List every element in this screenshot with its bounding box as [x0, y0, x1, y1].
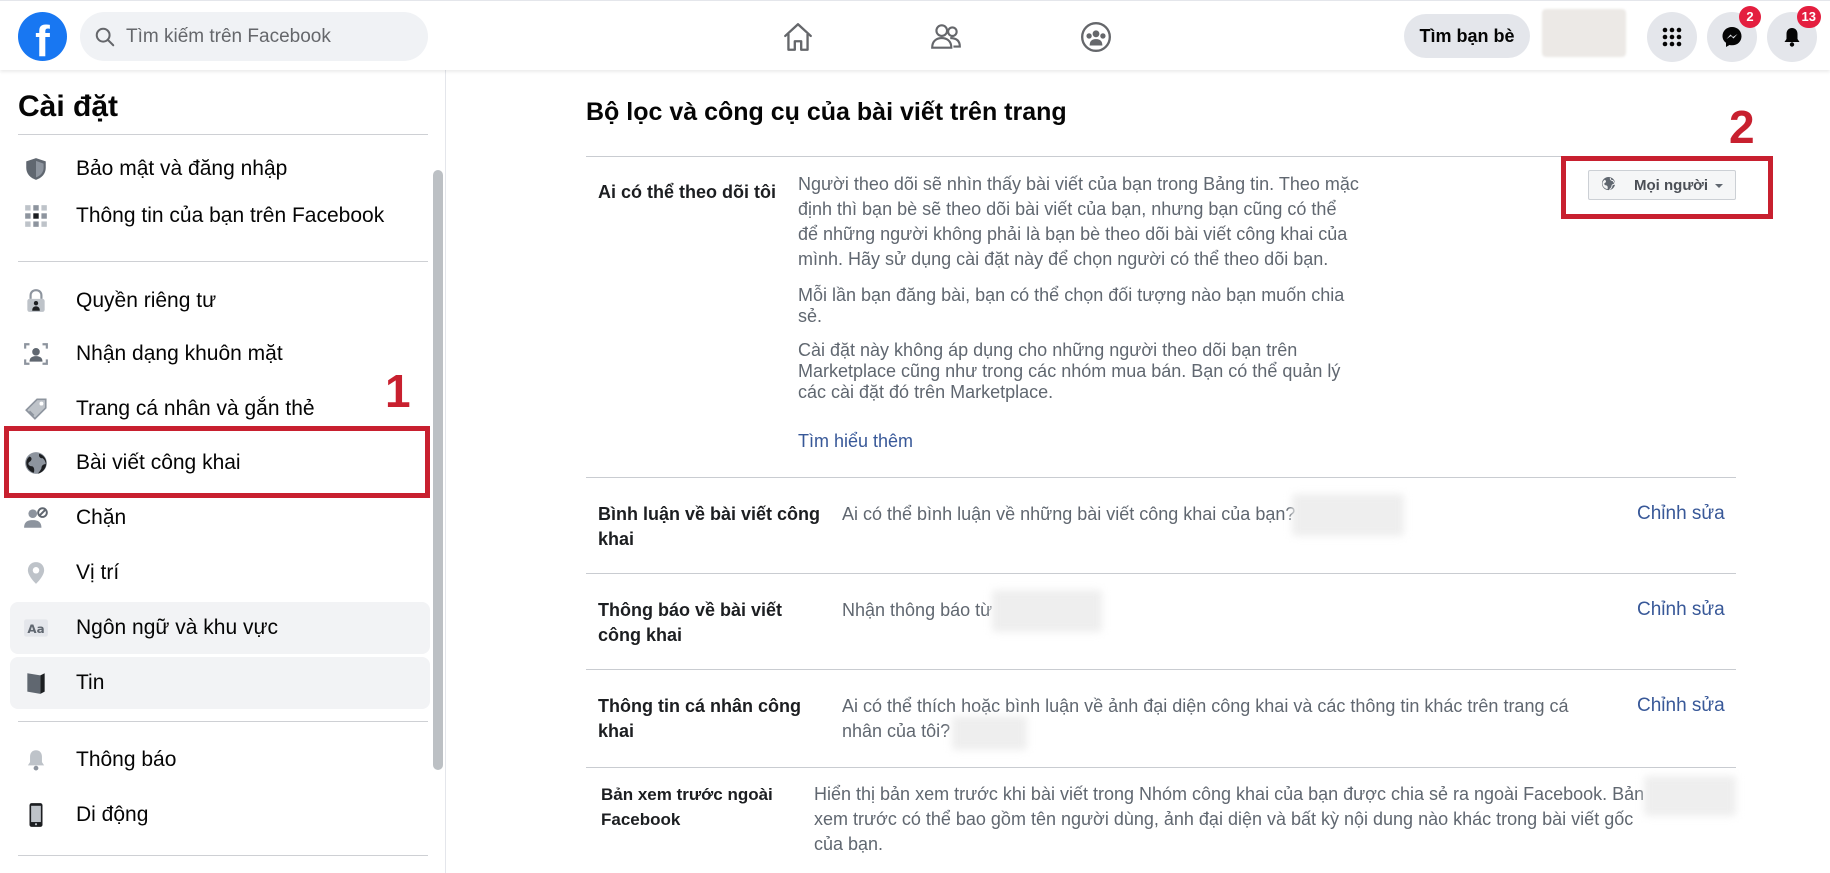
sidebar-divider — [18, 134, 428, 135]
edit-profile-info-link[interactable]: Chỉnh sửa — [1637, 695, 1725, 717]
find-friends-button[interactable]: Tìm bạn bè — [1404, 14, 1530, 58]
grid-info-icon — [22, 202, 50, 230]
section-divider — [586, 477, 1736, 478]
annotation-marker-1: 1 — [385, 365, 411, 417]
follow-description-paragraph: Cài đặt này không áp dụng cho những ngườ… — [798, 340, 1341, 402]
notifications-badge: 13 — [1796, 6, 1821, 28]
facebook-logo-icon[interactable]: f — [18, 12, 67, 61]
sidebar-item-label: Trang cá nhân và gắn thẻ — [76, 397, 315, 420]
groups-icon[interactable] — [1076, 17, 1116, 57]
profile-info-setting-label: Thông tin cá nhân công khai — [598, 696, 801, 741]
grid-menu-icon — [1662, 27, 1682, 47]
location-pin-icon — [22, 559, 50, 587]
sidebar-item-label: Ngôn ngữ và khu vực — [76, 616, 279, 639]
follow-description-paragraph: Người theo dõi sẽ nhìn thấy bài viết của… — [798, 174, 1359, 269]
sidebar-divider — [18, 261, 428, 262]
search-icon — [95, 27, 115, 46]
sidebar-item-label: Quyền riêng tư — [76, 289, 217, 312]
sidebar-item-blocking[interactable]: Chặn — [10, 492, 430, 544]
language-icon: Aa — [22, 614, 50, 642]
sidebar-item-label: Bảo mật và đăng nhập — [76, 157, 288, 180]
sidebar-item-label: Nhận dạng khuôn mặt — [76, 342, 283, 365]
redacted-value — [952, 716, 1027, 750]
messenger-button[interactable]: 2 — [1707, 6, 1761, 62]
lock-icon — [22, 287, 50, 315]
section-divider — [586, 573, 1736, 574]
edit-notifications-link[interactable]: Chỉnh sửa — [1637, 599, 1725, 621]
preview-setting-label: Bản xem trước ngoài Facebook — [601, 785, 773, 829]
edit-comments-link[interactable]: Chỉnh sửa — [1637, 503, 1725, 525]
notifications-setting-description: Nhận thông báo từ — [842, 600, 993, 620]
preview-setting-description: Hiển thị bản xem trước khi bài viết tron… — [814, 784, 1645, 854]
menu-button[interactable] — [1647, 12, 1697, 62]
page-title: Bộ lọc và công cụ của bài viết trên tran… — [586, 98, 1067, 126]
follow-setting-label: Ai có thể theo dõi tôi — [598, 182, 776, 202]
comments-setting-label: Bình luận về bài viết công khai — [598, 504, 821, 549]
messenger-badge: 2 — [1739, 6, 1761, 28]
sidebar-item-stories[interactable]: Tin — [10, 657, 430, 709]
sidebar-item-label: Thông báo — [76, 748, 177, 771]
redacted-value — [1644, 776, 1736, 816]
sidebar-item-label: Di động — [76, 803, 149, 826]
block-user-icon — [22, 504, 50, 532]
sidebar-item-security[interactable]: Bảo mật và đăng nhập — [10, 143, 430, 195]
story-icon — [22, 669, 50, 697]
notifications-setting-label: Thông báo về bài viết công khai — [598, 600, 783, 645]
highlight-box-public-posts — [4, 426, 430, 498]
sidebar-item-label: Thông tin của bạn trên Facebook — [76, 204, 385, 227]
learn-more-link[interactable]: Tìm hiểu thêm — [798, 431, 913, 452]
profile-avatar[interactable] — [1542, 9, 1626, 57]
home-icon[interactable] — [778, 17, 818, 57]
sidebar-item-language[interactable]: Aa Ngôn ngữ và khu vực — [10, 602, 430, 654]
sidebar-item-privacy[interactable]: Quyền riêng tư — [10, 275, 430, 327]
sidebar-item-your-info[interactable]: Thông tin của bạn trên Facebook — [10, 190, 430, 242]
follow-setting-description: Người theo dõi sẽ nhìn thấy bài viết của… — [798, 172, 1360, 403]
svg-text:Aa: Aa — [27, 622, 44, 636]
highlight-box-dropdown — [1561, 156, 1773, 219]
section-divider — [586, 669, 1736, 670]
sidebar-item-notifications[interactable]: Thông báo — [10, 734, 430, 786]
messenger-icon — [1722, 27, 1742, 47]
search-input[interactable] — [126, 25, 416, 48]
section-divider — [586, 767, 1736, 768]
sidebar-divider — [18, 721, 428, 722]
face-recognition-icon — [22, 340, 50, 368]
sidebar-divider — [18, 855, 428, 856]
redacted-value — [992, 590, 1102, 632]
sidebar-item-face-recognition[interactable]: Nhận dạng khuôn mặt — [10, 328, 430, 380]
follow-description-paragraph: Mỗi lần bạn đăng bài, bạn có thể chọn đố… — [798, 285, 1345, 326]
bell-icon — [22, 746, 50, 774]
tag-icon — [22, 395, 50, 423]
redacted-value — [1292, 494, 1404, 536]
sidebar-item-label: Chặn — [76, 506, 127, 529]
top-navigation-bar: f Tìm bạn bè 2 13 — [0, 0, 1830, 70]
sidebar-item-label: Tin — [76, 671, 105, 694]
sidebar-item-label: Vị trí — [76, 561, 120, 584]
annotation-marker-2: 2 — [1729, 101, 1755, 153]
mobile-icon — [22, 801, 50, 829]
sidebar-item-mobile[interactable]: Di động — [10, 789, 430, 841]
friends-icon[interactable] — [926, 17, 966, 57]
notifications-button[interactable]: 13 — [1767, 6, 1821, 62]
sidebar-title: Cài đặt — [18, 90, 119, 123]
shield-icon — [22, 155, 50, 183]
sidebar-item-location[interactable]: Vị trí — [10, 547, 430, 599]
search-box[interactable] — [80, 12, 428, 61]
sidebar-scrollbar[interactable] — [433, 170, 443, 770]
bell-icon — [1784, 28, 1800, 47]
